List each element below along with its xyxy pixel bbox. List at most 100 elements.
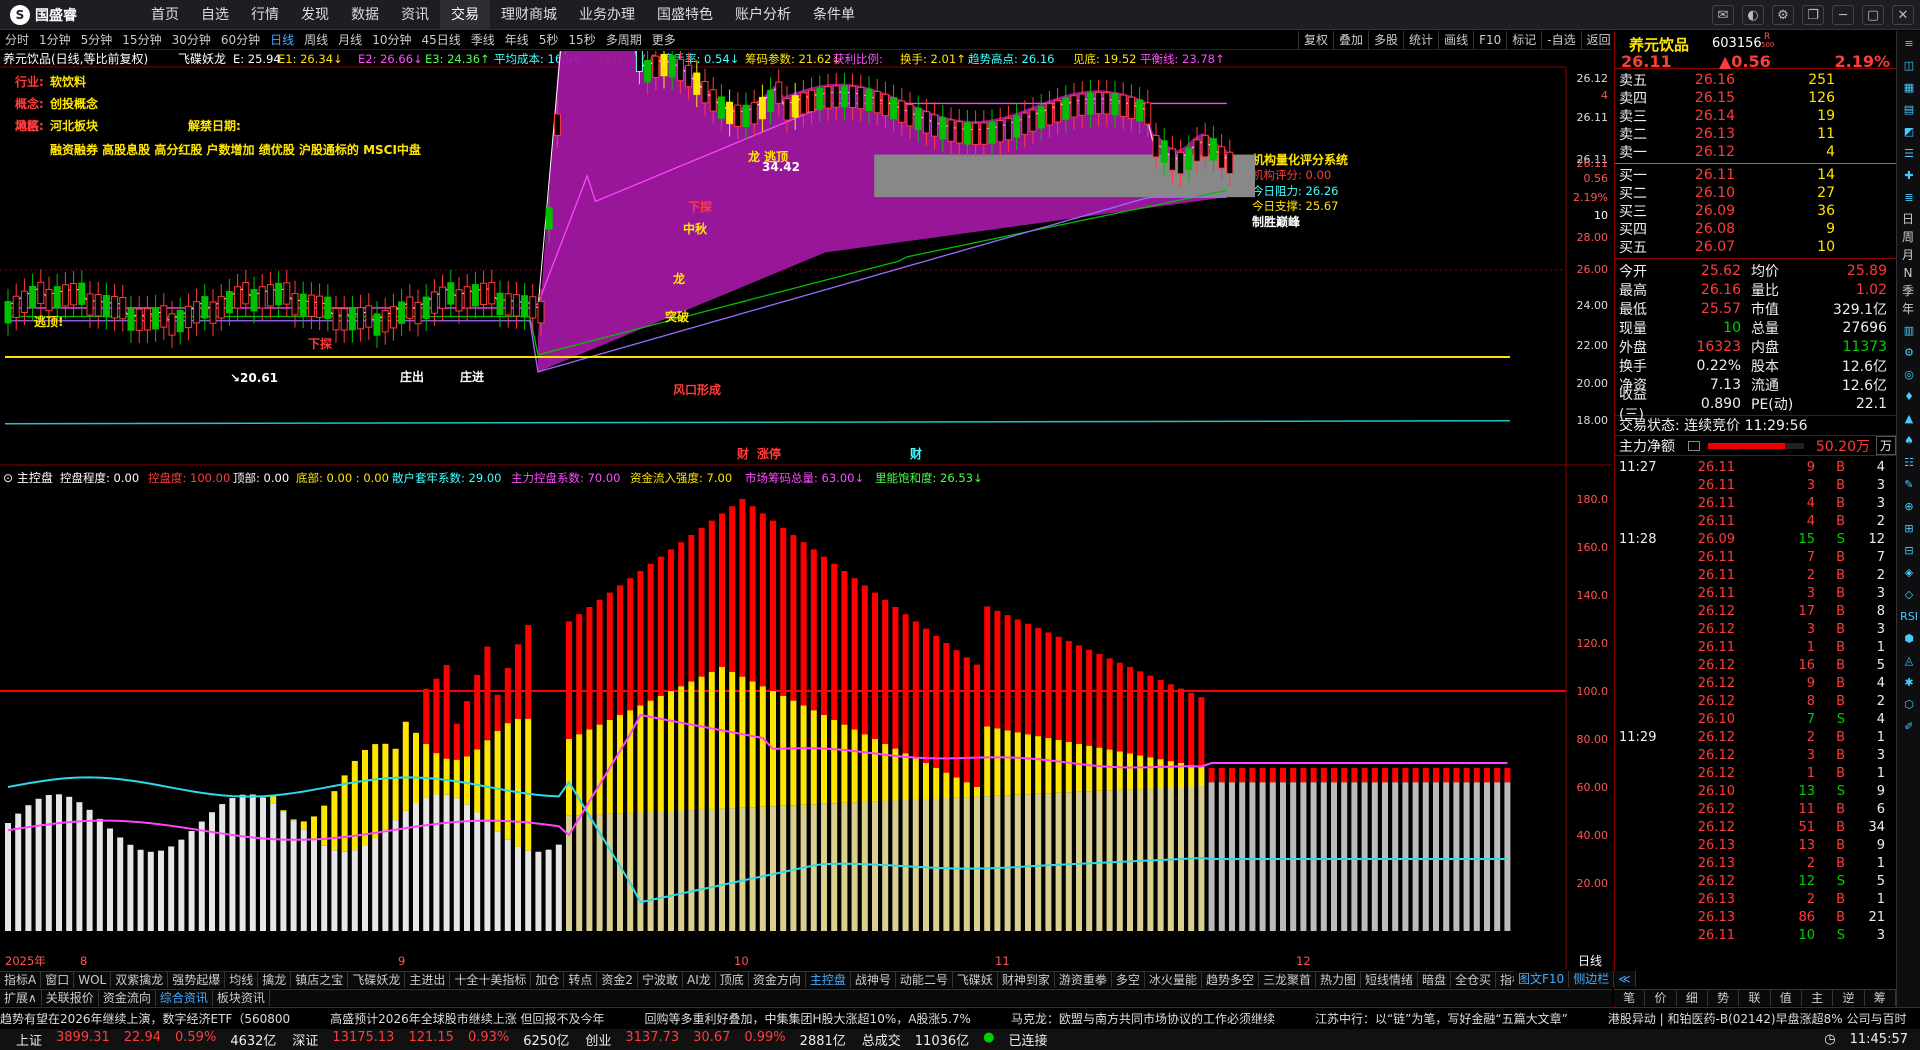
- menu-item[interactable]: 条件单: [802, 0, 866, 30]
- sidebar-period-周[interactable]: 周: [1897, 228, 1919, 246]
- indicator-tab[interactable]: 镇店之宝: [291, 972, 349, 988]
- indicator-tab[interactable]: 双紫擒龙: [111, 972, 169, 988]
- quote-tab[interactable]: 联: [1739, 990, 1771, 1006]
- quote-tab[interactable]: 势: [1708, 990, 1740, 1006]
- quote-tab[interactable]: 笔: [1614, 990, 1646, 1006]
- indicator-tab[interactable]: 主进出: [405, 972, 451, 988]
- indicator-tab[interactable]: 动能二号: [896, 972, 953, 988]
- tool-button[interactable]: -自选: [1541, 31, 1580, 50]
- main-net-period[interactable]: 万: [1875, 436, 1896, 455]
- sidebar-tool-icon[interactable]: ⬡: [1898, 696, 1920, 714]
- menu-item[interactable]: 国盛特色: [646, 0, 724, 30]
- bottom-tab[interactable]: 关联报价: [42, 990, 99, 1006]
- indicator-tab[interactable]: 全仓买: [1451, 972, 1497, 988]
- sidebar-tool-icon[interactable]: ✎: [1898, 476, 1920, 494]
- orderbook-row[interactable]: 买三 26.09 36: [1615, 202, 1896, 220]
- tool-button[interactable]: F10: [1473, 31, 1506, 50]
- indicator-tab[interactable]: 擒龙: [258, 972, 292, 988]
- period-tab[interactable]: 15分钟: [117, 31, 166, 50]
- bottom-tab[interactable]: 综合资讯: [156, 990, 213, 1006]
- tool-button[interactable]: 复权: [1298, 31, 1333, 50]
- main-kline-chart[interactable]: 养元饮品(日线,等比前复权) 飞碟妖龙 E: 25.94E1: 26.34↓ E2: …: [0, 51, 1612, 970]
- menu-item[interactable]: 自选: [190, 0, 240, 30]
- menu-item[interactable]: 理财商城: [490, 0, 568, 30]
- period-tab[interactable]: 15秒: [563, 31, 600, 50]
- panel-toggle[interactable]: ≪: [1614, 971, 1636, 987]
- sidebar-tool-icon[interactable]: ☰: [1898, 145, 1920, 163]
- sidebar-tool-icon[interactable]: ▦: [1898, 79, 1920, 97]
- sidebar-period-日[interactable]: 日: [1897, 210, 1919, 228]
- orderbook-row[interactable]: 卖二 26.13 11: [1615, 125, 1896, 143]
- orderbook-row[interactable]: 买一 26.11 14: [1615, 166, 1896, 184]
- bottom-tab[interactable]: 扩展∧: [0, 990, 42, 1006]
- news-ticker[interactable]: 趋势有望在2026年继续上演，数字经济ETF（560800 高盛预计2026年全球…: [0, 1007, 1920, 1028]
- orderbook-row[interactable]: 买五 26.07 10: [1615, 238, 1896, 256]
- news-item[interactable]: 马克龙：欧盟与南方共同市场协议的工作必须继续: [1011, 1010, 1275, 1027]
- sidebar-tool-icon[interactable]: ⊕: [1898, 498, 1920, 516]
- period-tab[interactable]: 10分钟: [367, 31, 416, 50]
- period-tab[interactable]: 5分钟: [76, 31, 118, 50]
- indicator-tab[interactable]: 热力图: [1316, 972, 1361, 988]
- indicator-tab[interactable]: 强势起爆: [168, 972, 226, 988]
- period-tab[interactable]: 季线: [466, 31, 500, 50]
- skin-icon[interactable]: ◐: [1742, 5, 1764, 25]
- sidebar-tool-icon[interactable]: ◈: [1898, 564, 1920, 582]
- bottom-tab[interactable]: 板块资讯: [213, 990, 270, 1006]
- indicator-tab[interactable]: 短线情绪: [1361, 972, 1419, 988]
- indicator-tab[interactable]: 指标A: [0, 972, 42, 988]
- index-sz[interactable]: 深证 13175.13 121.15 0.93% 6250亿: [292, 1030, 569, 1049]
- sidebar-tool-icon[interactable]: ✐: [1898, 718, 1920, 736]
- period-tab[interactable]: 30分钟: [167, 31, 216, 50]
- period-tab[interactable]: 月线: [333, 31, 367, 50]
- indicator-tab[interactable]: WOL: [74, 972, 112, 988]
- period-tab[interactable]: 60分钟: [216, 31, 265, 50]
- indicator-tab[interactable]: 宁波敢: [638, 972, 684, 988]
- sidebar-tool-icon[interactable]: ⚙: [1898, 344, 1920, 362]
- sidebar-tool-icon[interactable]: ♦: [1898, 388, 1920, 406]
- indicator-tab[interactable]: 财神到家: [998, 972, 1055, 988]
- sidebar-tool-icon[interactable]: ☷: [1898, 454, 1920, 472]
- indicator-tab[interactable]: 转点: [564, 972, 598, 988]
- period-tab[interactable]: 45日线: [416, 31, 465, 50]
- sidebar-tool-icon[interactable]: ▤: [1898, 101, 1920, 119]
- news-item[interactable]: 江苏中行：以“链”为笔，写好金融“五篇大文章”: [1315, 1010, 1568, 1027]
- sidebar-period-季[interactable]: 季: [1897, 282, 1919, 300]
- sidebar-tool-icon[interactable]: ▲: [1898, 410, 1920, 428]
- sidebar-tool-icon[interactable]: ♠: [1898, 432, 1920, 450]
- sidebar-tool-icon[interactable]: ◫: [1898, 57, 1920, 75]
- panel-toggle[interactable]: 侧边栏: [1569, 971, 1615, 987]
- sidebar-tool-icon[interactable]: ◇: [1898, 586, 1920, 604]
- indicator-tab[interactable]: 窗口: [41, 972, 75, 988]
- period-tab[interactable]: 更多: [647, 31, 681, 50]
- sidebar-tool-icon[interactable]: ≡: [1898, 35, 1920, 53]
- indicator-tab[interactable]: 均线: [225, 972, 259, 988]
- sidebar-tool-icon[interactable]: ◬: [1898, 652, 1920, 670]
- restore-icon[interactable]: ❐: [1802, 5, 1824, 25]
- quote-tab[interactable]: 主: [1802, 990, 1834, 1006]
- period-tab[interactable]: 多周期: [601, 31, 647, 50]
- index-cy[interactable]: 创业 3137.73 30.67 0.99% 2881亿: [585, 1030, 845, 1049]
- sidebar-tool-icon[interactable]: ◩: [1898, 123, 1920, 141]
- news-item[interactable]: 高盛预计2026年全球股市继续上涨 但回报不及今年: [330, 1010, 604, 1027]
- menu-item[interactable]: 业务办理: [568, 0, 646, 30]
- sidebar-tool-icon[interactable]: ✚: [1898, 167, 1920, 185]
- news-item[interactable]: 回购等多重利好叠加，中集集团H股大涨超10%，A股涨5.7%: [645, 1010, 971, 1027]
- sidebar-tool-icon[interactable]: ⊞: [1898, 520, 1920, 538]
- sidebar-tool-icon[interactable]: ✱: [1898, 674, 1920, 692]
- tool-button[interactable]: 多股: [1368, 31, 1403, 50]
- menu-item[interactable]: 账户分析: [724, 0, 802, 30]
- menu-item[interactable]: 数据: [340, 0, 390, 30]
- settings-icon[interactable]: ⚙: [1772, 5, 1794, 25]
- orderbook-row[interactable]: 买四 26.08 9: [1615, 220, 1896, 238]
- orderbook-row[interactable]: 卖四 26.15 126: [1615, 89, 1896, 107]
- menu-item[interactable]: 行情: [240, 0, 290, 30]
- period-tab[interactable]: 1分钟: [34, 31, 76, 50]
- menu-item[interactable]: 发现: [290, 0, 340, 30]
- menu-item[interactable]: 首页: [140, 0, 190, 30]
- indicator-tab[interactable]: 主控盘: [806, 972, 851, 988]
- tool-button[interactable]: 统计: [1403, 31, 1438, 50]
- orderbook-row[interactable]: 卖一 26.12 4: [1615, 143, 1896, 161]
- close-icon[interactable]: ✕: [1892, 5, 1914, 25]
- indicator-tab[interactable]: 多空: [1112, 972, 1145, 988]
- period-tab[interactable]: 分时: [0, 31, 34, 50]
